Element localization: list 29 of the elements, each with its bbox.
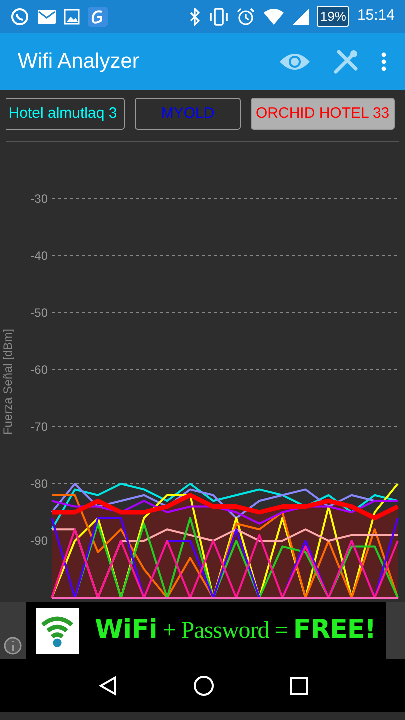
clock: 15:14 bbox=[357, 6, 395, 26]
mail-icon bbox=[38, 10, 56, 24]
wifi-icon bbox=[263, 8, 286, 26]
app-icon bbox=[88, 6, 108, 26]
wifi-globe-icon bbox=[36, 608, 79, 654]
tick-label: -70 bbox=[30, 420, 48, 434]
network-tab[interactable]: Hotel almutlaq 3 bbox=[6, 98, 125, 130]
chat-icon bbox=[10, 6, 30, 26]
tick-label: -80 bbox=[30, 477, 48, 491]
app-title: Wifi Analyzer bbox=[18, 48, 140, 75]
tick-label: -40 bbox=[30, 249, 48, 263]
home-icon[interactable] bbox=[192, 674, 214, 696]
ad-text: WiFi + Password = FREE! bbox=[94, 614, 376, 647]
vibrate-icon bbox=[209, 8, 230, 26]
more-icon[interactable] bbox=[381, 52, 387, 72]
signal-icon bbox=[293, 8, 310, 24]
tick-label: -30 bbox=[30, 192, 48, 206]
recents-icon[interactable] bbox=[290, 676, 308, 694]
alarm-icon bbox=[237, 8, 256, 26]
ad-banner[interactable]: WiFi + Password = FREE! bbox=[26, 602, 386, 659]
axis-label: Fuerza Señal [dBm] bbox=[0, 292, 16, 472]
bluetooth-icon bbox=[189, 8, 202, 26]
image-icon bbox=[64, 8, 80, 24]
tick-label: -50 bbox=[30, 306, 48, 320]
tick-label: -60 bbox=[30, 363, 48, 377]
tick-label: -90 bbox=[30, 534, 48, 548]
info-icon[interactable] bbox=[3, 636, 23, 656]
back-icon[interactable] bbox=[98, 676, 118, 696]
battery-level: 19% bbox=[320, 8, 346, 26]
